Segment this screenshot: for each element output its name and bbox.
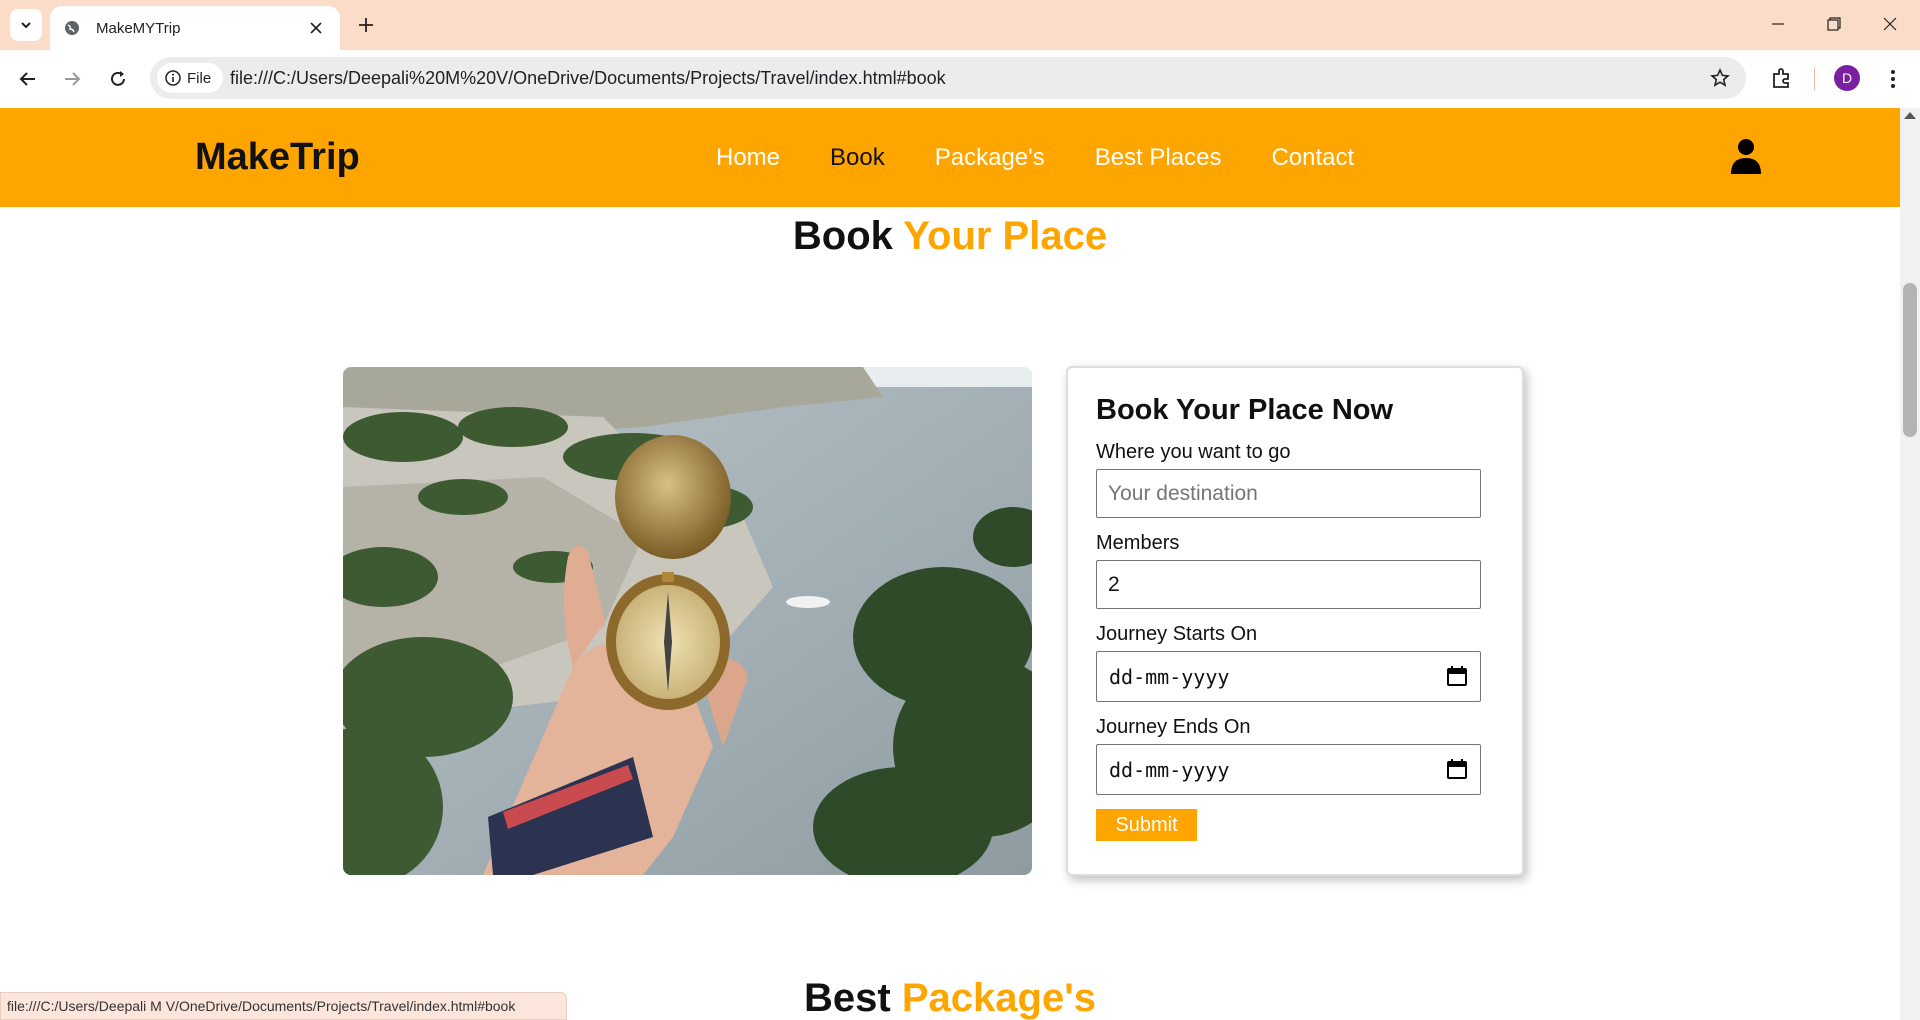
bookmark-star-button[interactable] bbox=[1708, 66, 1732, 90]
destination-label: Where you want to go bbox=[1096, 441, 1291, 463]
site-info-chip[interactable]: File bbox=[157, 63, 223, 93]
calendar-icon[interactable] bbox=[1446, 758, 1468, 780]
form-title: Book Your Place Now bbox=[1096, 394, 1394, 426]
globe-icon bbox=[62, 18, 82, 38]
puzzle-icon bbox=[1773, 68, 1789, 88]
browser-tab-bar: MakeMYTrip bbox=[0, 0, 1920, 50]
site-nav: Home Book Package's Best Places Contact bbox=[716, 144, 1404, 172]
tab-close-button[interactable] bbox=[304, 16, 328, 40]
restore-icon bbox=[1827, 17, 1841, 31]
extensions-button[interactable] bbox=[1766, 62, 1798, 94]
reload-icon bbox=[111, 71, 125, 86]
compass-hand-photo bbox=[343, 367, 1032, 875]
nav-book-link[interactable]: Book bbox=[830, 144, 885, 172]
scroll-up-arrow-icon[interactable] bbox=[1904, 112, 1916, 119]
star-icon bbox=[1710, 68, 1730, 87]
booking-form-card: Book Your Place Now Where you want to go… bbox=[1066, 366, 1524, 876]
end-date-input[interactable]: dd-mm-yyyy bbox=[1096, 744, 1481, 795]
arrow-right-icon bbox=[65, 72, 81, 86]
scroll-thumb[interactable] bbox=[1903, 283, 1917, 437]
close-icon bbox=[1883, 17, 1897, 31]
book-section-heading: Book Your Place bbox=[0, 214, 1900, 259]
end-date-label: Journey Ends On bbox=[1096, 716, 1251, 738]
heading-plain: Best bbox=[804, 976, 891, 1020]
profile-avatar[interactable]: D bbox=[1834, 65, 1860, 91]
members-label: Members bbox=[1096, 532, 1180, 554]
start-date-label: Journey Starts On bbox=[1096, 623, 1258, 645]
browser-toolbar: File file:///C:/Users/Deepali%20M%20V/On… bbox=[0, 50, 1920, 108]
back-button[interactable] bbox=[12, 63, 44, 95]
page-scrollbar[interactable] bbox=[1900, 108, 1920, 1020]
heading-accent: Package's bbox=[901, 976, 1096, 1020]
info-icon bbox=[165, 70, 181, 86]
start-date-input[interactable]: dd-mm-yyyy bbox=[1096, 651, 1481, 702]
tab-search-button[interactable] bbox=[10, 9, 42, 41]
nav-packages-link[interactable]: Package's bbox=[935, 144, 1045, 172]
nav-contact-link[interactable]: Contact bbox=[1271, 144, 1354, 172]
nav-best-places-link[interactable]: Best Places bbox=[1095, 144, 1222, 172]
toolbar-divider bbox=[1814, 68, 1815, 90]
url-text: file:///C:/Users/Deepali%20M%20V/OneDriv… bbox=[230, 68, 946, 88]
close-icon bbox=[310, 22, 322, 34]
start-date-value: dd-mm-yyyy bbox=[1109, 664, 1230, 689]
window-close-button[interactable] bbox=[1866, 8, 1914, 40]
tab-title: MakeMYTrip bbox=[96, 19, 181, 37]
site-logo[interactable]: MakeTrip bbox=[195, 136, 360, 179]
reload-button[interactable] bbox=[102, 63, 134, 95]
heading-plain: Book bbox=[792, 214, 893, 258]
status-bar-url: file:///C:/Users/Deepali M V/OneDrive/Do… bbox=[0, 992, 567, 1020]
site-info-label: File bbox=[187, 69, 212, 87]
end-date-value: dd-mm-yyyy bbox=[1109, 757, 1230, 782]
minimize-button[interactable] bbox=[1754, 8, 1802, 40]
calendar-icon[interactable] bbox=[1446, 665, 1468, 687]
nav-home-link[interactable]: Home bbox=[716, 144, 780, 172]
page-viewport: MakeTrip Home Book Package's Best Places… bbox=[0, 108, 1900, 1020]
plus-icon bbox=[359, 18, 373, 32]
site-header: MakeTrip Home Book Package's Best Places… bbox=[0, 108, 1900, 207]
kebab-menu-icon bbox=[1891, 70, 1895, 88]
heading-accent: Your Place bbox=[903, 214, 1108, 258]
address-bar[interactable]: File file:///C:/Users/Deepali%20M%20V/On… bbox=[150, 57, 1746, 99]
members-input[interactable] bbox=[1096, 560, 1481, 609]
forward-button[interactable] bbox=[56, 63, 88, 95]
minimize-icon bbox=[1772, 23, 1784, 25]
browser-tab[interactable]: MakeMYTrip bbox=[50, 6, 340, 50]
restore-button[interactable] bbox=[1810, 8, 1858, 40]
user-icon[interactable] bbox=[1730, 138, 1762, 174]
arrow-left-icon bbox=[19, 72, 35, 86]
chevron-down-icon bbox=[21, 22, 31, 29]
browser-menu-button[interactable] bbox=[1878, 63, 1908, 95]
new-tab-button[interactable] bbox=[352, 11, 380, 39]
submit-button[interactable]: Submit bbox=[1096, 809, 1197, 841]
destination-input[interactable] bbox=[1096, 469, 1481, 518]
